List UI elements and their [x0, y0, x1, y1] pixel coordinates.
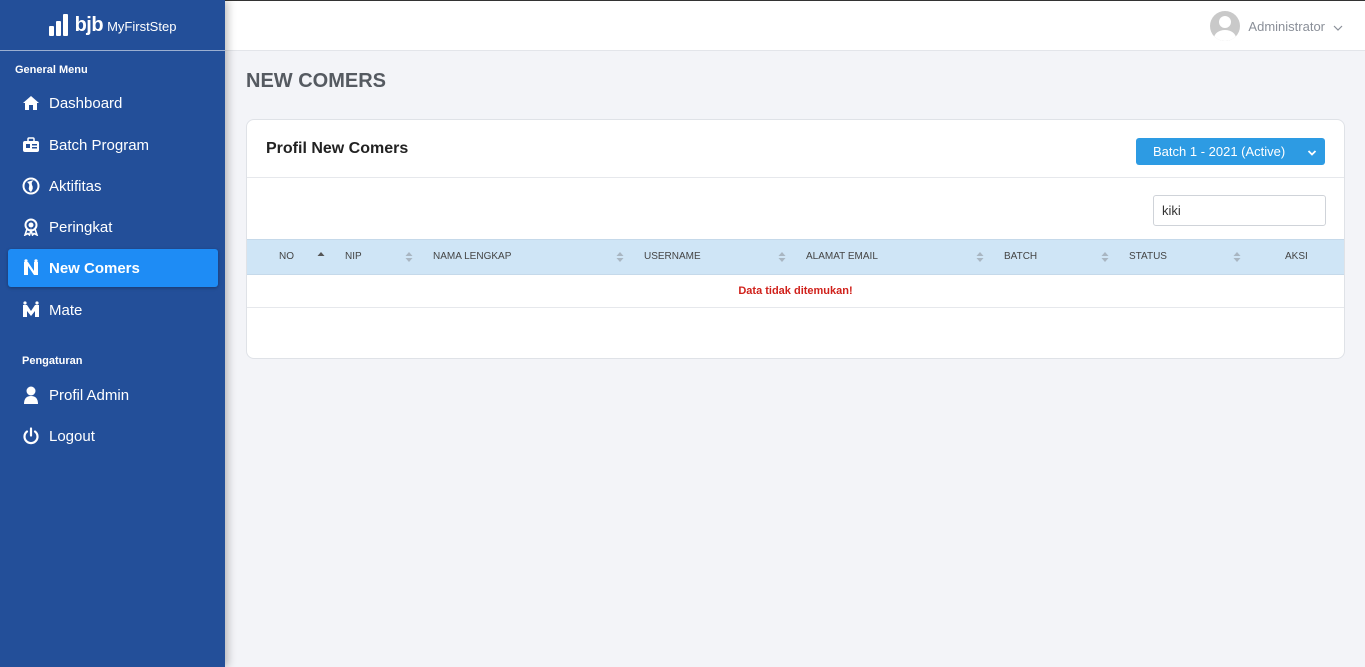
sort-icon[interactable] — [405, 250, 413, 264]
table-header: NO NIP NAMA LENGKAP USERNAME ALAMAT EMAI… — [247, 239, 1344, 275]
pengaturan-title: Pengaturan — [22, 355, 83, 367]
sidebar-item-label: Logout — [49, 427, 95, 445]
sort-asc-icon[interactable] — [317, 250, 325, 264]
chevron-down-icon — [1307, 146, 1317, 161]
empty-message: Data tidak ditemukan! — [247, 275, 1344, 308]
column-header-nama-lengkap[interactable]: NAMA LENGKAP — [433, 251, 511, 262]
sort-icon[interactable] — [616, 250, 624, 264]
column-header-aksi: AKSI — [1285, 251, 1308, 262]
sidebar: bjb MyFirstStep General Menu Dashboard B… — [0, 0, 225, 667]
sidebar-item-label: Batch Program — [49, 136, 150, 154]
column-header-no[interactable]: NO — [279, 251, 294, 262]
home-icon — [21, 93, 41, 113]
search-input[interactable] — [1153, 195, 1326, 226]
sidebar-item-peringkat[interactable]: Peringkat — [8, 208, 218, 246]
mate-icon — [21, 300, 41, 320]
sidebar-item-label: Dashboard — [49, 94, 123, 112]
sort-icon[interactable] — [778, 250, 786, 264]
sort-icon[interactable] — [1233, 250, 1241, 264]
user-name: Administrator — [1248, 18, 1325, 34]
sidebar-item-new-comers[interactable]: New Comers — [8, 249, 218, 287]
sidebar-item-label: Mate — [49, 301, 83, 319]
sidebar-item-label: Peringkat — [49, 218, 113, 236]
brand-logo[interactable]: bjb MyFirstStep — [0, 0, 225, 51]
user-menu[interactable]: Administrator — [1210, 11, 1343, 41]
column-header-username[interactable]: USERNAME — [644, 251, 701, 262]
sort-icon[interactable] — [976, 250, 984, 264]
column-header-status[interactable]: STATUS — [1129, 251, 1167, 262]
sidebar-item-mate[interactable]: Mate — [8, 291, 218, 329]
award-icon — [21, 217, 41, 237]
avatar — [1210, 11, 1241, 41]
sidebar-item-label: New Comers — [49, 259, 140, 277]
batch-select-label: Batch 1 - 2021 (Active) — [1153, 144, 1286, 159]
page-title: NEW COMERS — [246, 70, 386, 92]
sidebar-item-logout[interactable]: Logout — [8, 417, 218, 455]
sidebar-item-batch-program[interactable]: Batch Program — [8, 126, 218, 164]
newcomers-icon — [21, 258, 41, 278]
column-header-alamat-email[interactable]: ALAMAT EMAIL — [806, 251, 878, 262]
newcomers-card: Profil New Comers Batch 1 - 2021 (Active… — [246, 119, 1345, 359]
sidebar-item-dashboard[interactable]: Dashboard — [8, 84, 218, 122]
brand-short: bjb — [74, 13, 104, 36]
card-title: Profil New Comers — [266, 139, 409, 157]
user-icon — [21, 385, 41, 405]
sort-icon[interactable] — [1101, 250, 1109, 264]
power-icon — [21, 426, 41, 446]
topbar: Administrator — [225, 0, 1365, 51]
chevron-down-icon — [1333, 19, 1343, 34]
column-header-nip[interactable]: NIP — [345, 251, 362, 262]
sidebar-item-aktifitas[interactable]: Aktifitas — [8, 167, 218, 205]
batch-select[interactable]: Batch 1 - 2021 (Active) — [1136, 138, 1325, 165]
column-header-batch[interactable]: BATCH — [1004, 251, 1037, 262]
sidebar-item-label: Aktifitas — [49, 177, 102, 195]
brand-name: MyFirstStep — [107, 18, 177, 34]
bjb-logo-icon — [48, 14, 68, 36]
sidebar-item-profil-admin[interactable]: Profil Admin — [8, 376, 218, 414]
batch-icon — [21, 135, 41, 155]
globe-icon — [21, 176, 41, 196]
general-menu-title: General Menu — [15, 64, 88, 76]
sidebar-item-label: Profil Admin — [49, 386, 130, 404]
